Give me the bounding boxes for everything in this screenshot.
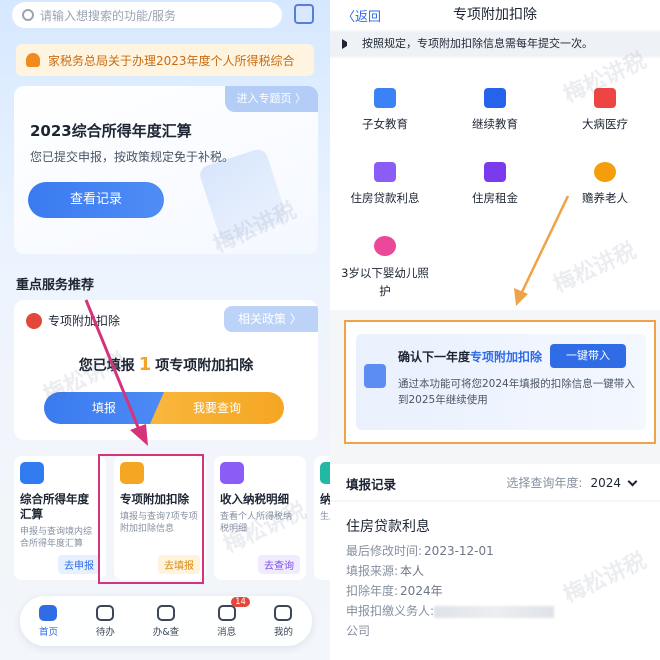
- filled-prefix: 您已填报: [78, 358, 135, 374]
- notice-text: 家税务总局关于办理2023年度个人所得税综合: [48, 53, 295, 68]
- year-selector[interactable]: 选择查询年度: 2024: [506, 474, 638, 491]
- service-card-income[interactable]: 收入纳税明细 查看个人所得税纳税明细 去查询: [214, 456, 306, 580]
- annual-title: 2023综合所得年度汇算: [30, 122, 192, 140]
- record-source: 填报来源: 本人: [346, 562, 424, 579]
- chevron-down-icon: [627, 476, 638, 487]
- filled-count: 1: [138, 354, 152, 375]
- card-title: 纳税记: [320, 492, 330, 506]
- tab-label: 首页: [38, 626, 58, 638]
- query-button[interactable]: 我要查询: [150, 392, 284, 424]
- tab-todo[interactable]: 待办: [95, 604, 115, 638]
- home-screen: 请输入想搜索的功能/服务 家税务总局关于办理2023年度个人所得税综合 进入专题…: [0, 0, 330, 660]
- record-icon: [320, 462, 330, 484]
- card-desc: 查看个人所得税纳税明细: [220, 512, 293, 534]
- search-input[interactable]: 请输入想搜索的功能/服务: [12, 2, 282, 28]
- special-header: 专项附加扣除: [26, 312, 120, 329]
- calculator-icon: [20, 462, 44, 484]
- flame-icon: [26, 312, 42, 329]
- card-desc: 生成或: [320, 512, 330, 522]
- search-placeholder: 请输入想搜索的功能/服务: [40, 8, 177, 23]
- confirm-title-prefix: 确认下一年度: [398, 350, 471, 364]
- source-value: 本人: [400, 564, 425, 578]
- tab-bar: 首页 待办 办&查 14 消息 我的: [20, 596, 312, 646]
- agent-tail: 公司: [346, 624, 371, 638]
- year-value: 2024: [590, 476, 621, 490]
- highlight-box: [98, 454, 204, 584]
- tab-label: 消息: [217, 626, 237, 638]
- tab-label: 办&查: [152, 626, 180, 638]
- card-title: 收入纳税明细: [220, 492, 289, 506]
- tab-do-query[interactable]: 办&查: [152, 604, 180, 638]
- year-label: 选择查询年度:: [506, 476, 583, 490]
- record-title: 住房贷款利息: [346, 519, 430, 535]
- agent-label: 申报扣缴义务人:: [346, 604, 435, 618]
- message-icon: [217, 604, 236, 621]
- smile-icon: [274, 604, 293, 621]
- edit-document-icon: [364, 364, 386, 388]
- related-policy-button[interactable]: 相关政策 〉: [224, 306, 318, 332]
- arrow-head: [514, 288, 528, 306]
- scan-icon[interactable]: [294, 4, 314, 24]
- topic-page-button[interactable]: 进入专题页 〉: [224, 86, 318, 112]
- confirm-desc: 通过本功能可将您2024年填报的扣除信息一键带入到2025年继续使用: [398, 378, 635, 406]
- filled-summary: 您已填报 1 项专项附加扣除: [14, 354, 318, 375]
- edit-icon: [156, 604, 175, 621]
- search-icon: [22, 9, 34, 21]
- modified-value: 2023-12-01: [424, 544, 494, 558]
- record-modified: 最后修改时间: 2023-12-01: [346, 542, 494, 559]
- confirm-title-highlight: 专项附加扣除: [470, 350, 543, 364]
- tab-label: 我的: [273, 626, 293, 638]
- notice-banner[interactable]: 家税务总局关于办理2023年度个人所得税综合: [16, 44, 314, 76]
- source-label: 填报来源:: [346, 564, 399, 578]
- special-deduction-screen: 专项附加扣除 〈返回 按照规定，专项附加扣除信息需每年提交一次。 子女教育 继续…: [330, 0, 660, 660]
- card-desc: 申报与查询境内综合所得年度汇算: [20, 527, 93, 549]
- message-badge: 14: [231, 596, 250, 607]
- screen: 请输入想搜索的功能/服务 家税务总局关于办理2023年度个人所得税综合 进入专题…: [0, 0, 660, 660]
- receipt-icon: [220, 462, 244, 484]
- filled-suffix: 项专项附加扣除: [155, 358, 254, 374]
- record-card[interactable]: 住房贷款利息 最后修改时间: 2023-12-01 填报来源: 本人 扣除年度: 20…: [330, 502, 660, 660]
- calendar-icon: [96, 604, 115, 621]
- bell-icon: [26, 53, 40, 67]
- record-agent: 申报扣缴义务人:: [346, 602, 555, 619]
- card-action-button[interactable]: 去申报: [58, 555, 100, 574]
- year-row-value: 2024年: [400, 584, 443, 598]
- records-title: 填报记录: [346, 477, 397, 492]
- section-title: 重点服务推荐: [16, 278, 95, 293]
- card-title: 综合所得年度汇算: [20, 492, 89, 521]
- year-row-label: 扣除年度:: [346, 584, 399, 598]
- special-deduction-card: 专项附加扣除 相关政策 〉 您已填报 1 项专项附加扣除 填报 我要查询: [14, 300, 318, 440]
- blurred-text: [434, 605, 555, 618]
- record-year: 扣除年度: 2024年: [346, 582, 443, 599]
- tab-profile[interactable]: 我的: [273, 604, 293, 638]
- arrow-line: [520, 195, 570, 293]
- fill-button[interactable]: 填报: [44, 392, 164, 424]
- service-card-record[interactable]: 纳税记 生成或: [314, 456, 330, 580]
- card-action-button[interactable]: 去查询: [258, 555, 300, 574]
- annual-subtitle: 您已提交申报，按政策规定免于补税。: [30, 150, 235, 164]
- tab-home[interactable]: 首页: [38, 604, 58, 638]
- records-header: 填报记录 选择查询年度: 2024: [330, 464, 660, 500]
- record-agent-tail: 公司: [346, 622, 370, 639]
- tab-label: 待办: [95, 626, 115, 638]
- service-card-annual[interactable]: 综合所得年度汇算 申报与查询境内综合所得年度汇算 去申报: [14, 456, 106, 580]
- home-icon: [39, 604, 58, 621]
- modified-label: 最后修改时间:: [346, 544, 423, 558]
- confirm-title: 确认下一年度专项附加扣除: [398, 348, 542, 365]
- annual-settlement-card: 进入专题页 〉 2023综合所得年度汇算 您已提交申报，按政策规定免于补税。 查…: [14, 86, 318, 254]
- one-click-import-button[interactable]: 一键带入: [550, 344, 626, 368]
- tab-messages[interactable]: 14 消息: [217, 596, 250, 638]
- special-header-label: 专项附加扣除: [48, 314, 121, 328]
- view-record-button[interactable]: 查看记录: [28, 182, 164, 218]
